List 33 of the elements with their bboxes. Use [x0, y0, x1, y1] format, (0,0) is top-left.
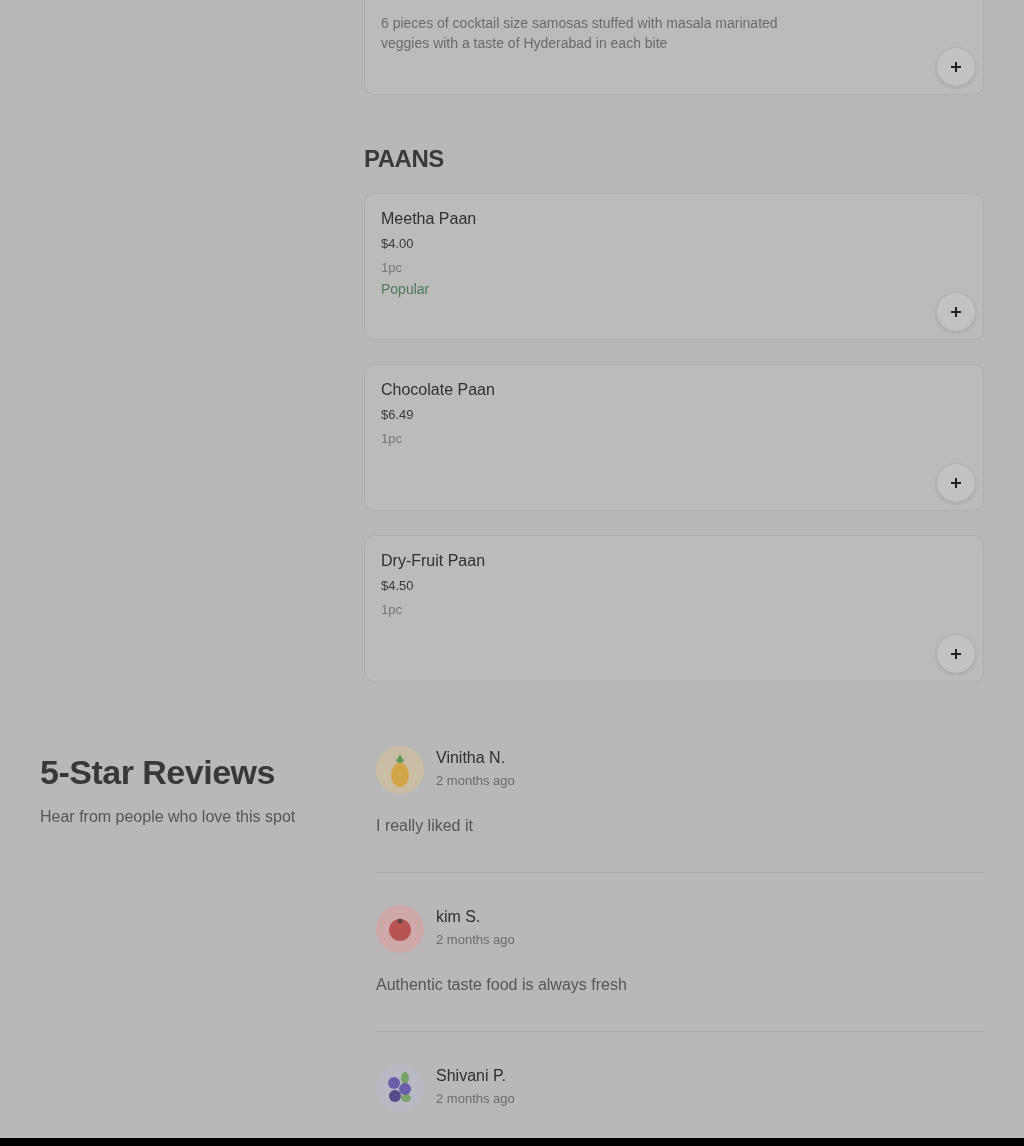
- popular-label: Popular: [381, 280, 431, 298]
- menu-item-card[interactable]: Meetha Paan $4.00 1pc Popular: [364, 193, 984, 340]
- menu-item-card[interactable]: Chocolate Paan $6.49 1pc: [364, 364, 984, 511]
- reviews-subtitle: Hear from people who love this spot: [40, 808, 297, 826]
- plus-icon: [950, 61, 962, 73]
- item-note: 1pc: [381, 431, 403, 447]
- add-button[interactable]: [937, 464, 975, 502]
- plus-icon: [950, 306, 962, 318]
- section-title: PAANS: [364, 145, 445, 173]
- add-button[interactable]: [937, 293, 975, 331]
- review-time: 2 months ago: [436, 932, 515, 948]
- reviewer-name: Shivani P.: [436, 1066, 507, 1086]
- reviewer-name: Vinitha N.: [436, 748, 507, 768]
- item-description: 6 pieces of cocktail size samosas stuffed with masala marinated veggies with a taste of Hyderabad in each bite: [381, 14, 779, 53]
- item-note: 1pc: [381, 260, 403, 276]
- review-time: 2 months ago: [436, 773, 515, 789]
- item-price: $4.00: [381, 236, 415, 252]
- review-text: Authentic taste food is always fresh: [376, 975, 628, 995]
- reviewer-name: kim S.: [436, 907, 482, 927]
- plus-icon: [950, 477, 962, 489]
- item-price: $4.50: [381, 578, 415, 594]
- item-note: 1pc: [381, 602, 403, 618]
- item-name: Chocolate Paan: [381, 380, 496, 400]
- add-button[interactable]: [937, 48, 975, 86]
- add-button[interactable]: [937, 635, 975, 673]
- plus-icon: [950, 648, 962, 660]
- menu-item-card[interactable]: Dry-Fruit Paan $4.50 1pc: [364, 535, 984, 682]
- reviews-title: 5-Star Reviews: [40, 752, 276, 792]
- item-name: Meetha Paan: [381, 209, 478, 229]
- review-time: 2 months ago: [436, 1091, 515, 1107]
- item-price: $6.49: [381, 407, 415, 423]
- review-text: I really liked it: [376, 816, 474, 836]
- item-name: Dry-Fruit Paan: [381, 551, 487, 571]
